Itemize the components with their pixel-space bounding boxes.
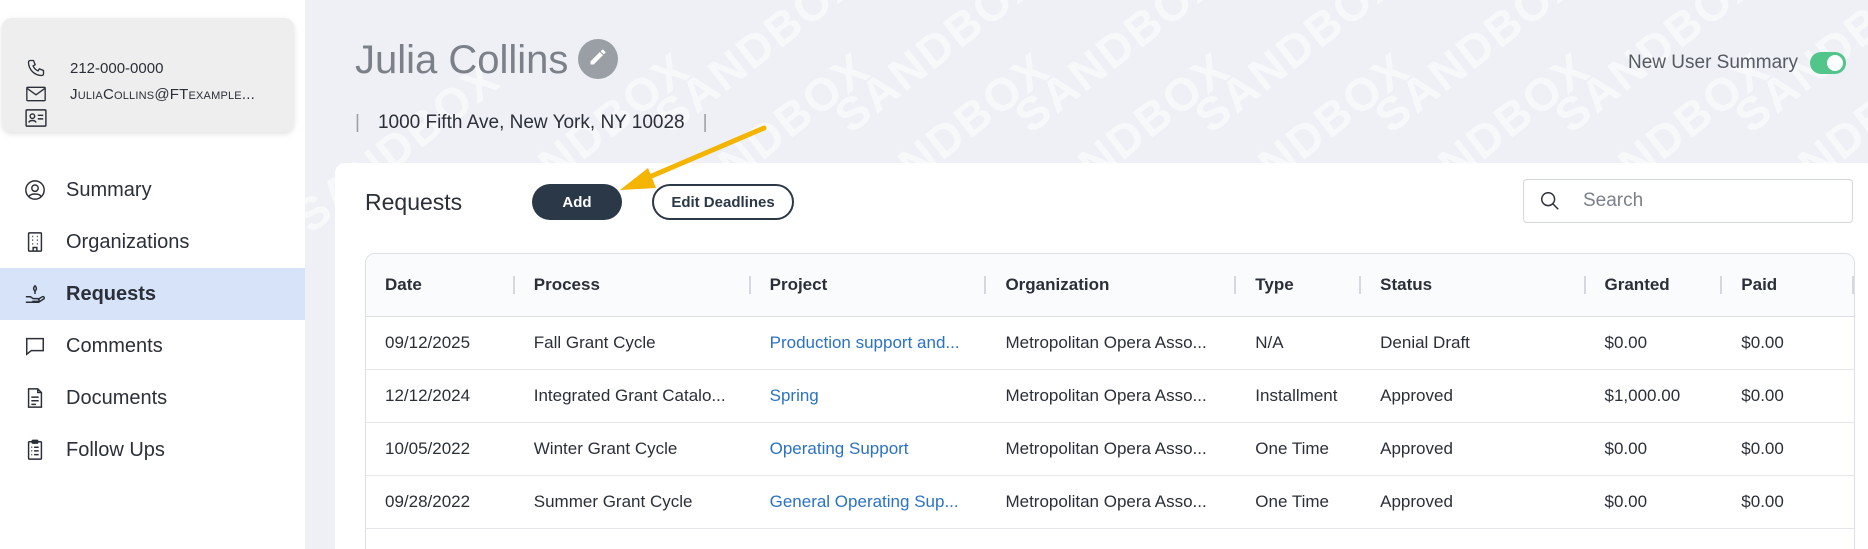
add-request-button[interactable]: Add [532, 184, 622, 220]
column-header-project[interactable]: Project [750, 254, 987, 317]
edit-deadlines-button[interactable]: Edit Deadlines [652, 184, 794, 220]
sidebar-item-label: Comments [66, 334, 163, 357]
requests-table: Date Process Project Organization Type S… [365, 253, 1855, 549]
cell-status: Approved [1361, 369, 1586, 423]
table-row[interactable]: 10/05/2022 Winter Grant Cycle Operating … [366, 422, 1854, 476]
id-card-icon [24, 108, 48, 128]
sidebar-item-label: Requests [66, 282, 157, 305]
watermark-text: SANDBOX [1184, 0, 1410, 143]
cell-organization: Metropolitan Opera Asso... [986, 316, 1237, 370]
cell-paid: $0.00 [1722, 369, 1854, 423]
sidebar-item-label: Follow Ups [66, 438, 165, 461]
search-box [1523, 179, 1853, 223]
user-circle-icon [24, 179, 46, 201]
address-text: 1000 Fifth Ave, New York, NY 10028 [377, 112, 685, 133]
panel-title: Requests [365, 189, 463, 215]
sidebar-item-organizations[interactable]: Organizations [0, 216, 305, 268]
toggle-switch[interactable] [1809, 52, 1846, 74]
comment-icon [24, 335, 46, 357]
table-row[interactable]: 12/12/2024 Integrated Grant Catalo... Sp… [366, 369, 1854, 423]
cell-status: Denial Draft [1361, 316, 1586, 370]
contact-email[interactable]: JuliaCollins@FTexample... [24, 84, 255, 104]
cell-granted: $0.00 [1585, 475, 1723, 529]
cell-granted: $0.00 [1585, 422, 1723, 476]
clipboard-icon [24, 439, 46, 461]
cell-process: Summer Grant Cycle [514, 475, 751, 529]
contact-phone-text: 212-000-0000 [70, 59, 164, 77]
table-row[interactable]: 09/28/2022 Summer Grant Cycle General Op… [366, 475, 1854, 529]
toggle-label: New User Summary [1628, 52, 1798, 73]
cell-project-link[interactable]: Spring [750, 369, 987, 423]
contact-id-card[interactable] [24, 108, 70, 128]
pencil-icon [588, 47, 608, 72]
cell-date: 09/28/2022 [366, 475, 515, 529]
cell-organization: Metropolitan Opera Asso... [986, 475, 1237, 529]
sidebar-item-comments[interactable]: Comments [0, 320, 305, 372]
column-header-organization[interactable]: Organization [986, 254, 1237, 317]
cell-type: One Time [1236, 422, 1362, 476]
column-header-paid[interactable]: Paid [1722, 254, 1854, 317]
cell-project-link[interactable]: Operating Support [750, 422, 987, 476]
cell-project-link[interactable]: General Operating Sup... [750, 475, 987, 529]
sidebar-item-summary[interactable]: Summary [0, 164, 305, 216]
new-user-summary-toggle[interactable]: New User Summary [1628, 52, 1846, 74]
cell-process: Integrated Grant Catalo... [514, 369, 751, 423]
cell-process: Fall Grant Cycle [514, 316, 751, 370]
cell-granted: $0.00 [1585, 316, 1723, 370]
column-header-type[interactable]: Type [1236, 254, 1362, 317]
cell-date: 09/12/2025 [366, 316, 515, 370]
sidebar-item-label: Summary [66, 178, 152, 201]
cell-status: Approved [1361, 475, 1586, 529]
cell-status: Approved [1361, 422, 1586, 476]
cell-date: 12/12/2024 [366, 369, 515, 423]
cell-paid: $0.00 [1722, 316, 1854, 370]
watermark-text: SANDBOX [824, 0, 1050, 143]
watermark-text: SANDBOX [1364, 0, 1590, 143]
column-header-granted[interactable]: Granted [1585, 254, 1723, 317]
edit-profile-button[interactable] [578, 39, 618, 79]
cell-type: Installment [1236, 369, 1362, 423]
column-header-date[interactable]: Date [366, 254, 515, 317]
mail-icon [24, 84, 48, 104]
address-line: | 1000 Fifth Ave, New York, NY 10028 | [355, 112, 708, 134]
phone-icon [24, 58, 48, 78]
cell-type: One Time [1236, 475, 1362, 529]
building-icon [24, 231, 46, 253]
divider: | [702, 112, 708, 133]
page-title: Julia Collins [355, 38, 569, 82]
cell-granted: $1,000.00 [1585, 369, 1723, 423]
cell-paid: $0.00 [1722, 422, 1854, 476]
cell-organization: Metropolitan Opera Asso... [986, 422, 1237, 476]
cell-paid: $0.00 [1722, 475, 1854, 529]
sidebar-item-label: Organizations [66, 230, 190, 253]
cell-type: N/A [1236, 316, 1362, 370]
sidebar-item-follow-ups[interactable]: Follow Ups [0, 424, 305, 476]
contact-phone[interactable]: 212-000-0000 [24, 58, 163, 78]
cell-date: 10/05/2022 [366, 422, 515, 476]
sidebar-item-label: Documents [66, 386, 168, 409]
search-icon [1539, 190, 1561, 212]
requests-panel: Requests Add Edit Deadlines Date Process… [335, 163, 1868, 549]
column-header-status[interactable]: Status [1361, 254, 1586, 317]
watermark-text: SANDBOX [1004, 0, 1230, 143]
divider: | [355, 112, 360, 133]
sidebar-item-requests[interactable]: Requests [0, 268, 305, 320]
hand-request-icon [24, 283, 46, 305]
sidebar-item-documents[interactable]: Documents [0, 372, 305, 424]
sidebar-nav: Summary Organizations Requests Comments … [0, 164, 305, 476]
contact-card: 212-000-0000 JuliaCollins@FTexample... [2, 18, 294, 132]
table-row[interactable]: 09/12/2025 Fall Grant Cycle Production s… [366, 316, 1854, 370]
cell-project-link[interactable]: Production support and... [750, 316, 987, 370]
table-header-row: Date Process Project Organization Type S… [366, 254, 1854, 317]
column-header-process[interactable]: Process [514, 254, 751, 317]
sidebar: 212-000-0000 JuliaCollins@FTexample... S… [0, 0, 305, 549]
contact-email-text: JuliaCollins@FTexample... [70, 85, 255, 103]
cell-organization: Metropolitan Opera Asso... [986, 369, 1237, 423]
cell-process: Winter Grant Cycle [514, 422, 751, 476]
search-input[interactable] [1583, 190, 1833, 212]
document-icon [24, 387, 46, 409]
